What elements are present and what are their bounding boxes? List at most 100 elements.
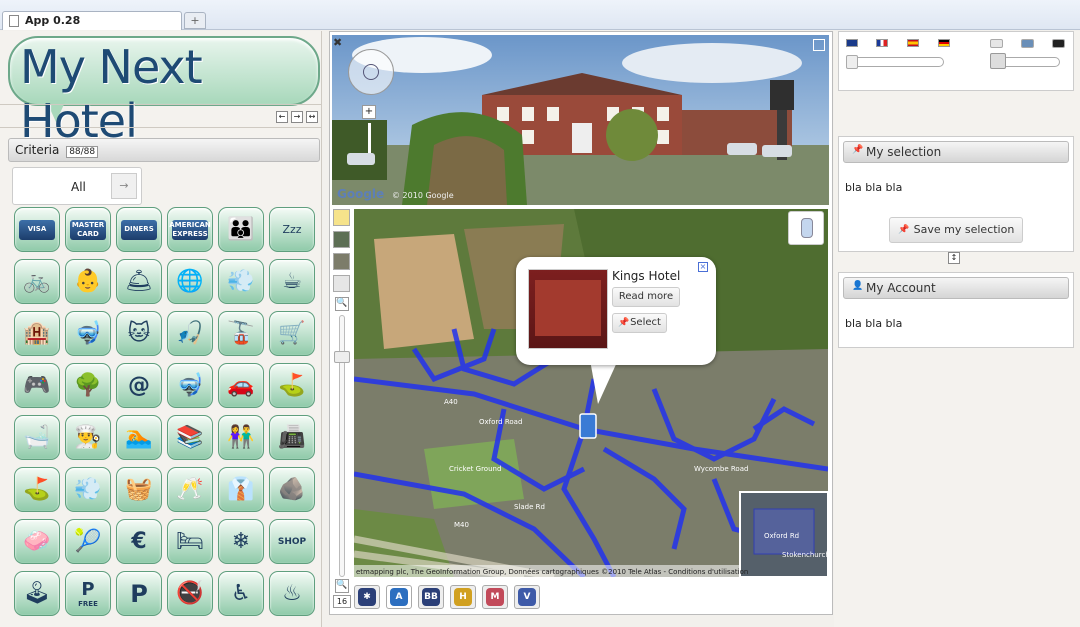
map-category-button[interactable]: BB xyxy=(418,585,444,609)
currency-exchange-icon[interactable]: € xyxy=(116,519,162,564)
theme-swatch-dark[interactable] xyxy=(1052,39,1065,48)
couple-icon[interactable]: 👫 xyxy=(218,415,264,460)
pegman-control[interactable] xyxy=(788,211,824,245)
expand-both-button[interactable]: ↔ xyxy=(306,111,318,123)
criteria-filter-arrow-button[interactable]: → xyxy=(111,173,137,199)
map-category-button[interactable]: V xyxy=(514,585,540,609)
map-type-terrain-icon[interactable] xyxy=(333,275,350,292)
criteria-filter[interactable]: All → xyxy=(12,167,142,205)
shop-bag-icon[interactable]: SHOP xyxy=(269,519,315,564)
room-service-icon[interactable]: 🛎 xyxy=(116,259,162,304)
pet-cat-icon[interactable]: 🐱 xyxy=(116,311,162,356)
diners-card-icon[interactable]: DINERS xyxy=(116,207,162,252)
street-view-zoom-track[interactable] xyxy=(368,123,371,153)
mini-golf-icon[interactable]: ⛳ xyxy=(14,467,60,512)
spa-stones-icon[interactable]: 🪨 xyxy=(269,467,315,512)
hotel-building-icon[interactable]: 🏨 xyxy=(14,311,60,356)
champagne-glasses-icon[interactable]: 🥂 xyxy=(167,467,213,512)
street-view[interactable]: Google © 2010 Google + xyxy=(332,35,829,205)
hair-dryer-icon[interactable]: 💨 xyxy=(218,259,264,304)
icon-glyph: 🛁 xyxy=(23,425,51,450)
gamepad-icon[interactable]: 🎮 xyxy=(14,363,60,408)
select-button[interactable]: 📌 Select xyxy=(612,313,667,333)
map-type-hybrid-icon[interactable] xyxy=(333,253,350,270)
icon-glyph: € xyxy=(131,529,147,554)
family-icon[interactable]: 👪 xyxy=(218,207,264,252)
map-type-satellite-icon[interactable] xyxy=(333,231,350,248)
size-slider[interactable] xyxy=(846,57,944,67)
coffee-cup-icon[interactable]: ☕ xyxy=(269,259,315,304)
sleep-bed-icon[interactable]: Zzz xyxy=(269,207,315,252)
zoom-in-icon[interactable]: 🔍 xyxy=(335,297,349,311)
en-flag-icon[interactable] xyxy=(846,39,858,47)
tennis-icon[interactable]: 🎾 xyxy=(65,519,111,564)
pegman-icon xyxy=(801,218,813,238)
hotel-thumbnail[interactable] xyxy=(528,269,608,349)
luggage-trolley-icon[interactable]: 🛒 xyxy=(269,311,315,356)
diving-mask-icon[interactable]: 🤿 xyxy=(167,363,213,408)
washing-machine-icon[interactable]: 🧼 xyxy=(14,519,60,564)
visa-card-icon[interactable]: VISA xyxy=(14,207,60,252)
criteria-header: Criteria 88/88 xyxy=(8,138,320,162)
air-conditioning-icon[interactable]: ❄ xyxy=(218,519,264,564)
theme-swatch-blue[interactable] xyxy=(1021,39,1034,48)
theme-swatch-light[interactable] xyxy=(990,39,1003,48)
expand-right-button[interactable]: → xyxy=(291,111,303,123)
fullscreen-icon[interactable] xyxy=(813,39,825,51)
close-street-view-icon[interactable]: ✖ xyxy=(333,36,347,50)
car-rental-icon[interactable]: 🚗 xyxy=(218,363,264,408)
joystick-icon[interactable]: 🕹 xyxy=(14,571,60,616)
hair-dryer-wall-icon[interactable]: 💨 xyxy=(65,467,111,512)
internet-at-icon[interactable]: @ xyxy=(116,363,162,408)
zoom-slider-handle[interactable] xyxy=(334,351,350,363)
library-books-icon[interactable]: 📚 xyxy=(167,415,213,460)
chef-hat-icon[interactable]: 👨‍🍳 xyxy=(65,415,111,460)
stroller-icon[interactable]: 👶 xyxy=(65,259,111,304)
save-selection-button[interactable]: 📌 Save my selection xyxy=(889,217,1023,243)
bicycle-icon[interactable]: 🚲 xyxy=(14,259,60,304)
swimming-pool-icon[interactable]: 🏊 xyxy=(116,415,162,460)
tree-icon[interactable]: 🌳 xyxy=(65,363,111,408)
fr-flag-icon[interactable] xyxy=(876,39,888,47)
map-category-button[interactable]: M xyxy=(482,585,508,609)
icon-glyph: 🚗 xyxy=(227,373,255,398)
browser-tab[interactable]: App 0.28 xyxy=(2,11,182,30)
parking-free-icon[interactable]: P FREE xyxy=(65,571,111,616)
street-view-zoom-in-button[interactable]: + xyxy=(362,105,376,119)
mastercard-icon[interactable]: MASTER CARD xyxy=(65,207,111,252)
parking-icon[interactable]: P xyxy=(116,571,162,616)
fax-printer-icon[interactable]: 📠 xyxy=(269,415,315,460)
icon-glyph: 🏨 xyxy=(23,321,51,346)
sauna-icon[interactable]: ♨ xyxy=(269,571,315,616)
de-flag-icon[interactable] xyxy=(938,39,950,47)
icon-glyph: P xyxy=(81,579,95,600)
globe-plane-icon[interactable]: 🌐 xyxy=(167,259,213,304)
fishing-icon[interactable]: 🎣 xyxy=(167,311,213,356)
contrast-slider-handle[interactable] xyxy=(990,53,1006,69)
map-type-map-icon[interactable] xyxy=(333,209,350,226)
read-more-button[interactable]: Read more xyxy=(612,287,680,307)
new-tab-button[interactable]: + xyxy=(184,12,206,29)
honeymoon-bed-icon[interactable]: 🛏 xyxy=(167,519,213,564)
map-category-button[interactable]: H xyxy=(450,585,476,609)
popup-close-icon[interactable]: × xyxy=(698,262,708,272)
amex-card-icon[interactable]: AMERICAN EXPRESS xyxy=(167,207,213,252)
cable-car-icon[interactable]: 🚡 xyxy=(218,311,264,356)
panel-resize-icon[interactable]: ↕ xyxy=(948,252,960,264)
map-category-button[interactable]: A xyxy=(386,585,412,609)
es-flag-icon[interactable] xyxy=(907,39,919,47)
pan-control[interactable] xyxy=(348,49,394,95)
my-account-panel: 👤 My Account bla bla bla xyxy=(838,272,1074,348)
snorkel-icon[interactable]: 🤿 xyxy=(65,311,111,356)
wheelchair-icon[interactable]: ♿ xyxy=(218,571,264,616)
jacuzzi-icon[interactable]: 🛁 xyxy=(14,415,60,460)
business-icon[interactable]: 👔 xyxy=(218,467,264,512)
iron-icon[interactable]: 🧺 xyxy=(116,467,162,512)
size-slider-handle[interactable] xyxy=(846,55,858,69)
shrink-left-button[interactable]: ← xyxy=(276,111,288,123)
golf-ball-tee-icon[interactable]: ⛳ xyxy=(269,363,315,408)
no-smoking-icon[interactable]: 🚭 xyxy=(167,571,213,616)
zoom-out-icon[interactable]: 🔍 xyxy=(335,579,349,593)
icon-glyph: 🥂 xyxy=(176,477,204,502)
map-category-button[interactable]: ✱ xyxy=(354,585,380,609)
